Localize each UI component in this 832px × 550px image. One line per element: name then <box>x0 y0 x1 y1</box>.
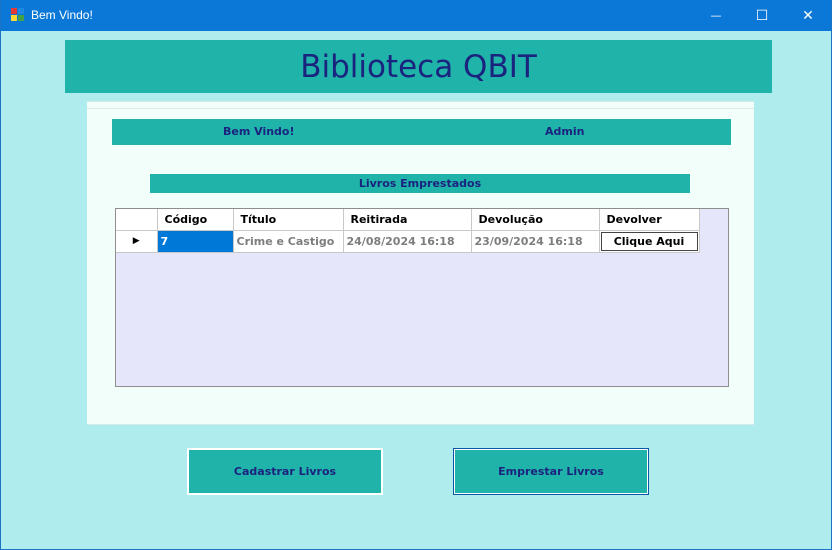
maximize-icon: ☐ <box>755 7 769 24</box>
table-row[interactable]: ▶ 7 Crime e Castigo 24/08/2024 16:18 23/… <box>116 230 700 253</box>
column-header-devolver[interactable]: Devolver <box>599 209 700 231</box>
content-panel: Bem Vindo! Admin Livros Emprestados Códi… <box>87 101 754 425</box>
table-header-row: Código Título Reitirada Devolução Devolv… <box>116 209 700 231</box>
row-header-corner <box>116 209 158 231</box>
page-title: Biblioteca QBIT <box>300 48 537 85</box>
welcome-label: Bem Vindo! <box>223 125 295 138</box>
cell-codigo[interactable]: 7 <box>157 230 234 253</box>
user-name-label: Admin <box>545 125 585 138</box>
cell-devolucao[interactable]: 23/09/2024 16:18 <box>471 230 600 253</box>
loans-table: Código Título Reitirada Devolução Devolv… <box>116 209 700 253</box>
main-window: Bem Vindo! — ☐ ✕ Biblioteca QBIT Bem Vin… <box>0 0 832 550</box>
loans-grid[interactable]: Código Título Reitirada Devolução Devolv… <box>115 208 729 387</box>
cell-titulo[interactable]: Crime e Castigo <box>233 230 344 253</box>
welcome-bar: Bem Vindo! Admin <box>112 119 731 145</box>
column-header-codigo[interactable]: Código <box>157 209 234 231</box>
loaned-books-title: Livros Emprestados <box>150 174 690 193</box>
loan-books-button[interactable]: Emprestar Livros <box>453 448 649 495</box>
cell-devolver: Clique Aqui <box>599 230 700 253</box>
column-header-devolucao[interactable]: Devolução <box>471 209 600 231</box>
cell-retirada[interactable]: 24/08/2024 16:18 <box>343 230 472 253</box>
register-books-button[interactable]: Cadastrar Livros <box>187 448 383 495</box>
app-window-icon[interactable] <box>11 8 25 22</box>
window-title: Bem Vindo! <box>31 8 93 22</box>
library-header: Biblioteca QBIT <box>65 40 772 93</box>
column-header-retirada[interactable]: Reitirada <box>343 209 472 231</box>
return-book-button[interactable]: Clique Aqui <box>600 231 698 251</box>
row-selector-arrow-icon[interactable]: ▶ <box>116 230 158 253</box>
column-header-titulo[interactable]: Título <box>233 209 344 231</box>
maximize-button[interactable]: ☐ <box>739 0 785 31</box>
minimize-icon: — <box>710 9 722 22</box>
close-icon: ✕ <box>802 7 814 24</box>
title-bar[interactable]: Bem Vindo! — ☐ ✕ <box>1 0 831 31</box>
close-button[interactable]: ✕ <box>785 0 831 31</box>
minimize-button[interactable]: — <box>693 0 739 31</box>
